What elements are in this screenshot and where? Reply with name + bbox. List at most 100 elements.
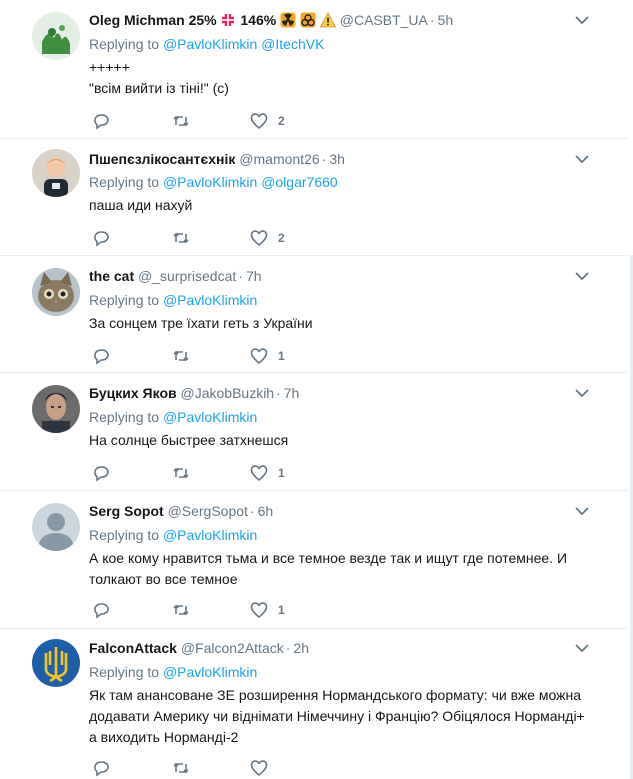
biohazard-emoji-icon — [300, 12, 316, 32]
like-button[interactable]: 2 — [250, 229, 285, 247]
mention-link[interactable]: @PavloKlimkin — [163, 174, 257, 190]
radioactive-emoji-icon — [280, 12, 296, 32]
reply-icon — [94, 761, 109, 777]
chevron-down-icon[interactable] — [574, 643, 590, 655]
tweet-header: Oleg Michman 25% 146% @CASBT_UA · 5h — [89, 11, 453, 32]
replying-to: Replying to @PavloKlimkin — [89, 292, 258, 308]
retweet-button[interactable] — [172, 601, 190, 619]
reply-button[interactable] — [92, 112, 110, 130]
tweet-item[interactable]: Пшепєзлікосантєхнік @mamont26 · 3h Replyin… — [0, 139, 628, 256]
tweet-header: Serg Sopot @SergSopot · 6h — [89, 503, 274, 519]
like-icon — [250, 760, 268, 777]
chevron-down-icon[interactable] — [574, 154, 590, 166]
replying-to: Replying to @PavloKlimkin — [89, 409, 258, 425]
tweet-item[interactable]: Serg Sopot @SergSopot · 6h Replying to @Pa… — [0, 491, 628, 629]
like-count: 1 — [278, 349, 285, 363]
mention-link[interactable]: @ItechVK — [261, 36, 324, 52]
retweet-icon — [173, 604, 189, 616]
tweet-item[interactable]: the cat @_surprisedcat · 7h Replying to @P… — [0, 256, 628, 373]
tweet-time[interactable]: 6h — [258, 503, 274, 519]
replying-to: Replying to @PavloKlimkin @olgar7660 — [89, 174, 338, 190]
reply-icon — [94, 349, 109, 365]
mention-link[interactable]: @PavloKlimkin — [163, 36, 257, 52]
like-count: 2 — [278, 231, 285, 245]
reply-icon — [94, 466, 109, 482]
retweet-button[interactable] — [172, 112, 190, 130]
like-button[interactable]: 1 — [250, 347, 285, 365]
replying-to: Replying to @PavloKlimkin — [89, 664, 258, 680]
reply-button[interactable] — [92, 229, 110, 247]
avatar[interactable] — [32, 385, 80, 433]
tweet-time[interactable]: 2h — [293, 640, 309, 656]
anger-emoji-icon — [220, 12, 236, 32]
author-name[interactable]: Буцких Яков — [89, 385, 177, 401]
like-count: 1 — [278, 466, 285, 480]
mention-link[interactable]: @olgar7660 — [261, 174, 338, 190]
retweet-button[interactable] — [172, 759, 190, 777]
retweet-icon — [173, 350, 189, 362]
tweet-text: Як там анансоване ЗЕ розширення Нормандс… — [89, 687, 585, 745]
like-icon — [250, 348, 268, 365]
tweet-item[interactable]: FalconAttack @Falcon2Attack · 2h Replying … — [0, 629, 628, 779]
avatar[interactable] — [32, 12, 80, 60]
chevron-down-icon[interactable] — [574, 506, 590, 518]
author-handle[interactable]: @JakobBuzkih — [181, 385, 275, 401]
author-handle[interactable]: @mamont26 — [239, 151, 319, 167]
author-name-extra: 146% — [240, 12, 277, 28]
tweet-header: the cat @_surprisedcat · 7h — [89, 268, 262, 284]
like-count: 1 — [278, 603, 285, 617]
reply-button[interactable] — [92, 759, 110, 777]
avatar[interactable] — [32, 268, 80, 316]
like-button[interactable]: 1 — [250, 601, 285, 619]
tweet-item[interactable]: Oleg Michman 25% 146% @CASBT_UA · 5h Reply… — [0, 0, 628, 139]
retweet-button[interactable] — [172, 347, 190, 365]
like-icon — [250, 113, 268, 130]
author-name[interactable]: Oleg Michman 25% — [89, 12, 217, 28]
author-handle[interactable]: @_surprisedcat — [138, 268, 236, 284]
tweet-time[interactable]: 7h — [246, 268, 262, 284]
author-name[interactable]: Serg Sopot — [89, 503, 164, 519]
reply-button[interactable] — [92, 464, 110, 482]
mention-link[interactable]: @PavloKlimkin — [163, 664, 257, 680]
avatar[interactable] — [32, 639, 80, 687]
like-count: 2 — [278, 114, 285, 128]
mention-link[interactable]: @PavloKlimkin — [163, 527, 257, 543]
tweet-text: +++++ "всім вийти із тіні!" (с) — [89, 59, 229, 96]
chevron-down-icon[interactable] — [574, 15, 590, 27]
tweet-item[interactable]: Буцких Яков @JakobBuzkih · 7h Replying to … — [0, 373, 628, 491]
reply-icon — [94, 114, 109, 130]
tweet-text: На солнце быстрее затхнешся — [89, 432, 289, 448]
author-handle[interactable]: @CASBT_UA — [340, 12, 428, 28]
retweet-button[interactable] — [172, 464, 190, 482]
like-button[interactable]: 1 — [250, 464, 285, 482]
replying-to: Replying to @PavloKlimkin @ItechVK — [89, 36, 325, 52]
avatar[interactable] — [32, 149, 80, 197]
tweet-text: А кое кому нравится тьма и все темное ве… — [89, 550, 568, 587]
author-name[interactable]: the cat — [89, 268, 134, 284]
chevron-down-icon[interactable] — [574, 388, 590, 400]
like-button[interactable] — [250, 759, 278, 777]
like-button[interactable]: 2 — [250, 112, 285, 130]
mention-link[interactable]: @PavloKlimkin — [163, 409, 257, 425]
avatar[interactable] — [32, 503, 80, 551]
author-name[interactable]: Пшепєзлікосантєхнік — [89, 151, 235, 167]
warning-emoji-icon — [319, 12, 337, 32]
tweet-header: Буцких Яков @JakobBuzkih · 7h — [89, 385, 300, 401]
author-name[interactable]: FalconAttack — [89, 640, 177, 656]
author-handle[interactable]: @SergSopot — [168, 503, 248, 519]
mention-link[interactable]: @PavloKlimkin — [163, 292, 257, 308]
tweet-text: паша иди нахуй — [89, 197, 193, 213]
like-icon — [250, 602, 268, 619]
tweet-time[interactable]: 3h — [329, 151, 345, 167]
chevron-down-icon[interactable] — [574, 271, 590, 283]
tweet-time[interactable]: 7h — [284, 385, 300, 401]
retweet-icon — [173, 762, 189, 774]
author-handle[interactable]: @Falcon2Attack — [181, 640, 284, 656]
tweet-text: За сонцем тре їхати геть з України — [89, 315, 313, 331]
reply-button[interactable] — [92, 347, 110, 365]
reply-button[interactable] — [92, 601, 110, 619]
tweet-time[interactable]: 5h — [438, 12, 454, 28]
tweet-header: FalconAttack @Falcon2Attack · 2h — [89, 640, 309, 656]
retweet-icon — [173, 467, 189, 479]
retweet-button[interactable] — [172, 229, 190, 247]
